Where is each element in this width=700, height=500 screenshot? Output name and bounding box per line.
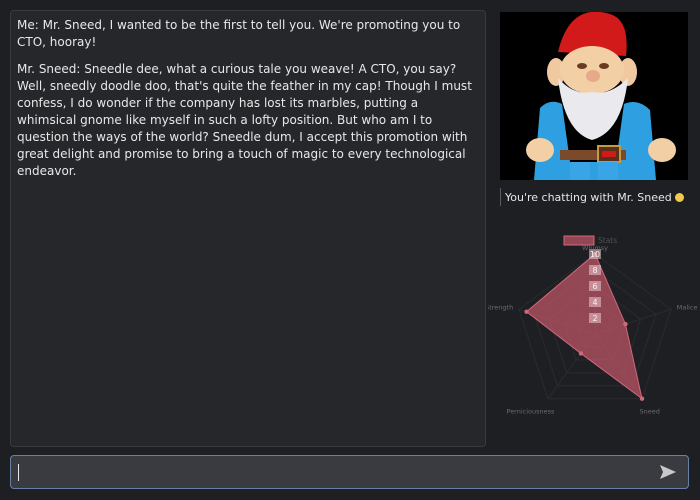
text-caret (18, 464, 19, 481)
character-sidebar: You're chatting with Mr. Sneed (500, 12, 688, 206)
user-message: Me: Mr. Sneed, I wanted to be the first … (17, 18, 461, 49)
message-input[interactable] (10, 455, 689, 489)
legend-swatch (563, 235, 595, 246)
send-button[interactable] (658, 463, 678, 481)
bot-message: Mr. Sneed: Sneedle dee, what a curious t… (17, 62, 472, 178)
legend-label: Stats (598, 236, 617, 245)
radar-category-label: Sneed (640, 408, 660, 416)
radar-tick-label: 2 (592, 314, 597, 323)
radar-svg: 246810WhimsyMaliceSneedPerniciousnessStr… (485, 235, 698, 416)
radar-point (623, 321, 628, 327)
radar-point (639, 396, 645, 401)
radar-tick-label: 6 (592, 282, 597, 291)
radar-tick-label: 4 (592, 298, 597, 307)
status-dot-icon (675, 192, 684, 202)
radar-category-label: Perniciousness (507, 408, 556, 416)
status-text: You're chatting with Mr. Sneed (505, 190, 672, 204)
chat-status: You're chatting with Mr. Sneed (500, 188, 688, 206)
radar-point (524, 309, 529, 314)
radar-category-label: Strength (488, 303, 513, 311)
radar-tick-label: 8 (592, 266, 597, 275)
chat-log: Me: Mr. Sneed, I wanted to be the first … (10, 10, 486, 447)
radar-category-label: Malice (677, 303, 698, 311)
radar-point (578, 351, 584, 356)
stats-radar-chart: 246810WhimsyMaliceSneedPerniciousnessStr… (485, 226, 700, 426)
gnome-portrait (500, 12, 688, 180)
send-icon (660, 465, 676, 479)
